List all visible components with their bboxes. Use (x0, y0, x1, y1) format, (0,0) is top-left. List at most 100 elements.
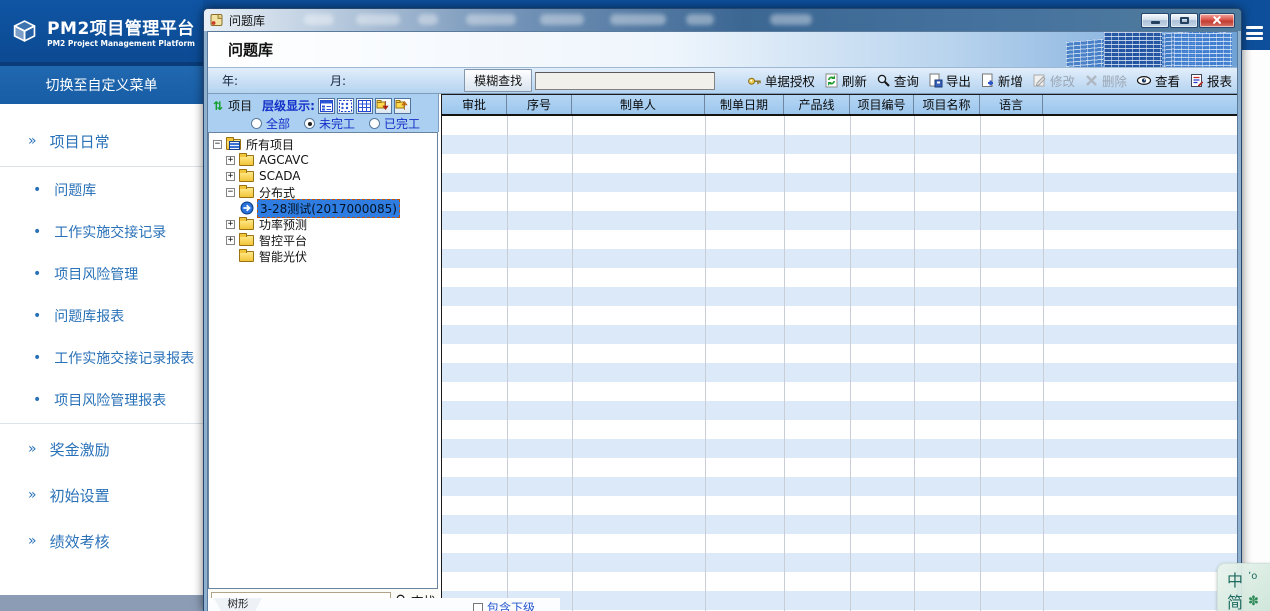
include-sublevel-checkbox[interactable]: 包含下级 (473, 599, 535, 611)
main-area: ⇅ 项目 层级显示: (208, 94, 1237, 611)
grid-line (784, 116, 785, 611)
column-header-creator[interactable]: 制单人 (572, 95, 705, 114)
tree-node-agcavc[interactable]: + AGCAVC (213, 152, 437, 168)
edit-icon (1032, 73, 1047, 88)
sort-updown-icon[interactable]: ⇅ (213, 99, 223, 113)
titlebar-glass-smudge (770, 14, 812, 25)
collapse-expander-icon[interactable]: − (213, 140, 222, 149)
bullet-icon: • (33, 224, 41, 240)
year-label: 年: (222, 72, 238, 89)
cube-logo-icon (8, 12, 41, 50)
ime-punctuation-mark: ʼo (1248, 571, 1257, 582)
folder-icon (239, 171, 254, 182)
sidebar: PM2项目管理平台 PM2 Project Management Platfor… (0, 0, 203, 611)
authorize-button[interactable]: 单据授权 (747, 71, 815, 90)
column-header-project-no[interactable]: 项目编号 (850, 95, 914, 114)
tree-node-smart-pv[interactable]: 智能光伏 (213, 248, 437, 264)
sidebar-item-bonus[interactable]: » 奖金激励 (0, 426, 203, 472)
column-header-create-date[interactable]: 制单日期 (705, 95, 784, 114)
dialog-titlebar[interactable]: 问题库 (204, 9, 1241, 31)
query-button[interactable]: 查询 (876, 71, 919, 90)
tree-node-root[interactable]: − 所有项目 (213, 136, 437, 152)
project-tree-panel: ⇅ 项目 层级显示: (208, 94, 439, 611)
add-button[interactable]: 新增 (980, 71, 1023, 90)
sidebar-item-issue-library[interactable]: • 问题库 (0, 169, 203, 211)
expand-expander-icon[interactable]: + (226, 172, 235, 181)
level-display-label: 层级显示: (262, 97, 315, 114)
export-icon (928, 73, 943, 88)
go-arrow-icon (240, 201, 254, 215)
ime-language-toggle[interactable]: 中 ʼo (1227, 568, 1270, 590)
view-button[interactable]: 查看 (1136, 71, 1180, 90)
expand-all-icon[interactable] (375, 98, 392, 114)
report-button[interactable]: 报表 (1189, 71, 1232, 90)
key-icon (747, 73, 762, 88)
tree-header: ⇅ 项目 层级显示: (208, 94, 439, 132)
grid-line (572, 116, 573, 611)
sidebar-item-project-daily[interactable]: » 项目日常 (0, 118, 203, 164)
folder-icon (239, 219, 254, 230)
switch-menu-button[interactable]: 切换至自定义菜单 (0, 66, 203, 104)
fuzzy-search-button[interactable]: 模糊查找 (464, 69, 532, 92)
fuzzy-search-input[interactable] (535, 72, 715, 90)
column-header-project-name[interactable]: 项目名称 (914, 95, 980, 114)
folder-icon (239, 187, 254, 198)
expand-expander-icon[interactable]: + (226, 220, 235, 229)
radio-all[interactable]: 全部 (251, 115, 290, 132)
folder-icon (239, 235, 254, 246)
titlebar-glass-smudge (686, 14, 714, 25)
tree-node-scada[interactable]: + SCADA (213, 168, 437, 184)
issue-library-dialog: 问题库 问题库 年: 月: 模糊查找 (203, 8, 1242, 611)
hamburger-menu-icon[interactable] (1246, 26, 1263, 40)
grid-view-icon[interactable] (356, 98, 373, 114)
ime-simplified-toggle[interactable]: 简 ✽ (1227, 590, 1270, 611)
expand-expander-icon[interactable]: + (226, 156, 235, 165)
sidebar-item-performance[interactable]: » 绩效考核 (0, 518, 203, 564)
sidebar-item-risk-management[interactable]: • 项目风险管理 (0, 253, 203, 295)
bullet-icon: • (33, 350, 41, 366)
table-header-row: 审批 序号 制单人 制单日期 产品线 项目编号 项目名称 语言 (442, 95, 1237, 116)
app-logo: PM2项目管理平台 PM2 Project Management Platfor… (0, 0, 203, 66)
expand-expander-icon[interactable]: + (226, 236, 235, 245)
tab-tree-view[interactable]: 树形 (214, 598, 262, 611)
action-toolbar: 单据授权 刷新 查询 (747, 71, 1232, 90)
refresh-button[interactable]: 刷新 (824, 71, 867, 90)
minimize-button[interactable] (1141, 13, 1169, 28)
maximize-button[interactable] (1170, 13, 1198, 28)
collapse-all-icon[interactable] (394, 98, 411, 114)
root-folder-icon (226, 139, 241, 150)
export-button[interactable]: 导出 (928, 71, 971, 90)
column-header-serial[interactable]: 序号 (507, 95, 572, 114)
sidebar-item-handover-report[interactable]: • 工作实施交接记录报表 (0, 337, 203, 379)
collapse-expander-icon[interactable]: − (226, 188, 235, 197)
bullet-icon: • (33, 182, 41, 198)
radio-unfinished[interactable]: 未完工 (304, 115, 355, 132)
building-graphic (1062, 32, 1237, 68)
sidebar-item-work-handover[interactable]: • 工作实施交接记录 (0, 211, 203, 253)
tree-node-selected-project[interactable]: 3-28测试(2017000085) (213, 200, 437, 216)
tree-node-smart-control[interactable]: + 智控平台 (213, 232, 437, 248)
column-header-filler (1043, 95, 1237, 114)
divider (0, 423, 203, 424)
table-body[interactable] (442, 116, 1237, 611)
grid-line (980, 116, 981, 611)
detail-view-icon[interactable] (318, 98, 335, 114)
radio-finished[interactable]: 已完工 (369, 115, 420, 132)
close-button[interactable] (1199, 13, 1235, 28)
column-header-language[interactable]: 语言 (980, 95, 1043, 114)
filter-toolbar: 年: 月: 模糊查找 单据授权 (208, 68, 1237, 94)
sidebar-item-issue-report[interactable]: • 问题库报表 (0, 295, 203, 337)
bullet-icon: • (33, 266, 41, 282)
month-label: 月: (330, 72, 346, 89)
project-label: 项目 (228, 97, 252, 114)
folder-icon (239, 155, 254, 166)
ime-status-box: 中 ʼo 简 ✽ (1217, 563, 1270, 611)
flower-icon: ✽ (1248, 594, 1259, 609)
tree-node-power-forecast[interactable]: + 功率预测 (213, 216, 437, 232)
sidebar-item-initial-settings[interactable]: » 初始设置 (0, 472, 203, 518)
small-icons-view-icon[interactable] (337, 98, 354, 114)
page-background (1242, 50, 1270, 611)
column-header-product-line[interactable]: 产品线 (784, 95, 850, 114)
column-header-approve[interactable]: 审批 (442, 95, 507, 114)
sidebar-item-risk-report[interactable]: • 项目风险管理报表 (0, 379, 203, 421)
